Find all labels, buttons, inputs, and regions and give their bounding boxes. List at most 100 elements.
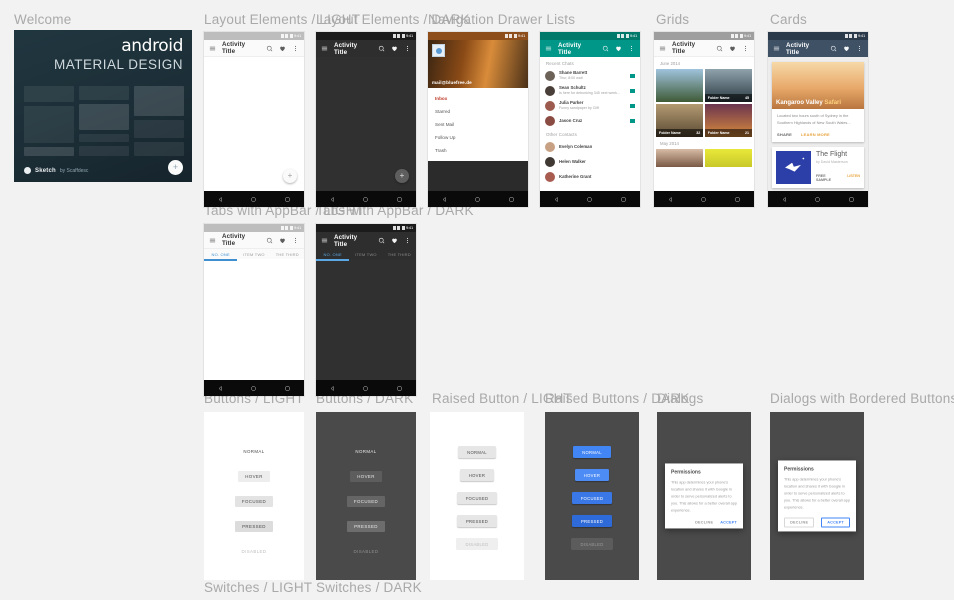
tab-the-third[interactable]: THE THIRD (271, 252, 304, 257)
navigation-bar[interactable] (316, 191, 416, 207)
back-icon[interactable] (441, 196, 448, 203)
navigation-bar[interactable] (204, 380, 304, 396)
chat-icon[interactable] (630, 88, 635, 93)
phone-layout-light[interactable]: 9:41 Activity Title + (204, 32, 304, 207)
button-focused[interactable]: FOCUSED (346, 496, 386, 507)
back-icon[interactable] (329, 196, 336, 203)
phone-lists[interactable]: 9:41 Activity Title Recent Chats Shane B… (540, 32, 640, 207)
flat-button-stack[interactable]: NORMAL HOVER FOCUSED PRESSED DISABLED (316, 446, 416, 557)
photo-grid-may[interactable] (654, 148, 754, 167)
menu-icon[interactable] (545, 45, 552, 52)
drawer-item-follow-up[interactable]: Follow Up (428, 131, 528, 144)
list-item[interactable]: Sean Schultz Is here for debunking 345 n… (540, 83, 640, 98)
heart-icon[interactable] (391, 237, 398, 244)
grid-cell[interactable]: Folder Name 21 (704, 103, 752, 137)
raised-button-stack[interactable]: NORMAL HOVER FOCUSED PRESSED DISABLED (545, 446, 639, 550)
raised-button-stack[interactable]: NORMAL HOVER FOCUSED PRESSED DISABLED (430, 446, 524, 550)
card-actions[interactable]: SHARE LEARN MORE (772, 129, 864, 142)
list-item[interactable]: Shane Barrett Thur, 8:00 wait (540, 68, 640, 83)
button-focused[interactable]: FOCUSED (234, 496, 274, 507)
navigation-bar[interactable] (204, 191, 304, 207)
decline-button[interactable]: DECLINE (695, 521, 713, 525)
menu-icon[interactable] (321, 45, 328, 52)
list-item[interactable]: Julia Parker Funny sandpaper by Cliff (540, 98, 640, 113)
heart-icon[interactable] (843, 45, 850, 52)
navigation-bar[interactable] (540, 191, 640, 207)
button-normal[interactable]: NORMAL (236, 446, 271, 457)
grid-cell[interactable]: Folder Name 45 (704, 69, 752, 102)
tab-the-third[interactable]: THE THIRD (383, 252, 416, 257)
raised-button-focused[interactable]: FOCUSED (456, 492, 498, 504)
dialog-actions[interactable]: DECLINE ACCEPT (784, 517, 850, 528)
grid-cell[interactable] (656, 148, 704, 167)
card-safari[interactable]: Kangaroo Valley Safari Located two hours… (772, 62, 864, 142)
recents-icon[interactable] (620, 196, 627, 203)
heart-icon[interactable] (615, 45, 622, 52)
permissions-dialog[interactable]: Permissions This app determines your pho… (665, 463, 743, 529)
photo-grid[interactable]: Folder Name 45 Folder Name 32 Folder Nam… (654, 69, 754, 137)
phone-cards[interactable]: 9:41 Activity Title Kangaroo Valley Safa… (768, 32, 868, 207)
raised-button-hover[interactable]: HOVER (574, 469, 610, 481)
overflow-icon[interactable] (292, 45, 299, 52)
tab-item-two[interactable]: ITEM TWO (349, 252, 382, 257)
grid-cell[interactable] (704, 148, 752, 167)
overflow-icon[interactable] (404, 237, 411, 244)
button-normal[interactable]: NORMAL (348, 446, 383, 457)
home-icon[interactable] (250, 196, 257, 203)
navigation-bar[interactable] (316, 380, 416, 396)
list-item[interactable]: Katherine Grant (540, 169, 640, 184)
phone-nav-drawer[interactable]: 9:41 mail@bluefree.de Inbox Starred Sent… (428, 32, 528, 207)
home-icon[interactable] (700, 196, 707, 203)
learn-more-button[interactable]: LEARN MORE (801, 132, 830, 137)
search-icon[interactable] (266, 45, 273, 52)
back-icon[interactable] (781, 196, 788, 203)
search-icon[interactable] (378, 45, 385, 52)
heart-icon[interactable] (729, 45, 736, 52)
button-pressed[interactable]: PRESSED (235, 521, 273, 532)
overflow-icon[interactable] (292, 237, 299, 244)
search-icon[interactable] (602, 45, 609, 52)
permissions-dialog-bordered[interactable]: Permissions This app determines your pho… (778, 460, 856, 532)
dialog-actions[interactable]: DECLINE ACCEPT (671, 521, 737, 525)
raised-button-focused[interactable]: FOCUSED (571, 492, 613, 504)
recents-icon[interactable] (848, 196, 855, 203)
raised-button-pressed[interactable]: PRESSED (571, 515, 613, 527)
heart-icon[interactable] (391, 45, 398, 52)
button-hover[interactable]: HOVER (350, 471, 382, 482)
raised-button-normal[interactable]: NORMAL (573, 446, 611, 458)
welcome-card[interactable]: android MATERIAL DESIGN Sketch by Scaffd… (14, 30, 192, 182)
decline-button[interactable]: DECLINE (784, 517, 815, 528)
button-hover[interactable]: HOVER (238, 471, 270, 482)
phone-grids[interactable]: 9:41 Activity Title June 2014 Folder Nam… (654, 32, 754, 207)
tab-no-one[interactable]: NO. ONE (204, 252, 237, 257)
flat-button-stack[interactable]: NORMAL HOVER FOCUSED PRESSED DISABLED (204, 446, 304, 557)
card-actions[interactable]: FREE SAMPLE LISTEN (816, 174, 860, 182)
search-icon[interactable] (830, 45, 837, 52)
tab-no-one[interactable]: NO. ONE (316, 252, 349, 257)
phone-layout-dark[interactable]: 9:41 Activity Title + (316, 32, 416, 207)
home-icon[interactable] (362, 196, 369, 203)
accept-button[interactable]: ACCEPT (720, 521, 737, 525)
menu-icon[interactable] (321, 237, 328, 244)
tab-item-two[interactable]: ITEM TWO (237, 252, 270, 257)
recents-icon[interactable] (734, 196, 741, 203)
listen-button[interactable]: LISTEN (847, 174, 860, 182)
list-item[interactable]: Jason Cruz (540, 113, 640, 128)
raised-button-hover[interactable]: HOVER (459, 469, 495, 481)
search-icon[interactable] (716, 45, 723, 52)
back-icon[interactable] (217, 385, 224, 392)
recents-icon[interactable] (396, 385, 403, 392)
menu-icon[interactable] (773, 45, 780, 52)
back-icon[interactable] (329, 385, 336, 392)
accept-button[interactable]: ACCEPT (821, 517, 850, 528)
share-button[interactable]: SHARE (777, 132, 792, 137)
overflow-icon[interactable] (742, 45, 749, 52)
overflow-icon[interactable] (628, 45, 635, 52)
raised-button-normal[interactable]: NORMAL (458, 446, 496, 458)
drawer-item-sent-mail[interactable]: Sent Mail (428, 118, 528, 131)
free-sample-button[interactable]: FREE SAMPLE (816, 174, 839, 182)
card-flight[interactable]: ✦ The Flight by David Masterson FREE SAM… (772, 146, 864, 188)
menu-icon[interactable] (209, 237, 216, 244)
grid-cell[interactable] (656, 69, 704, 102)
recents-icon[interactable] (508, 196, 515, 203)
